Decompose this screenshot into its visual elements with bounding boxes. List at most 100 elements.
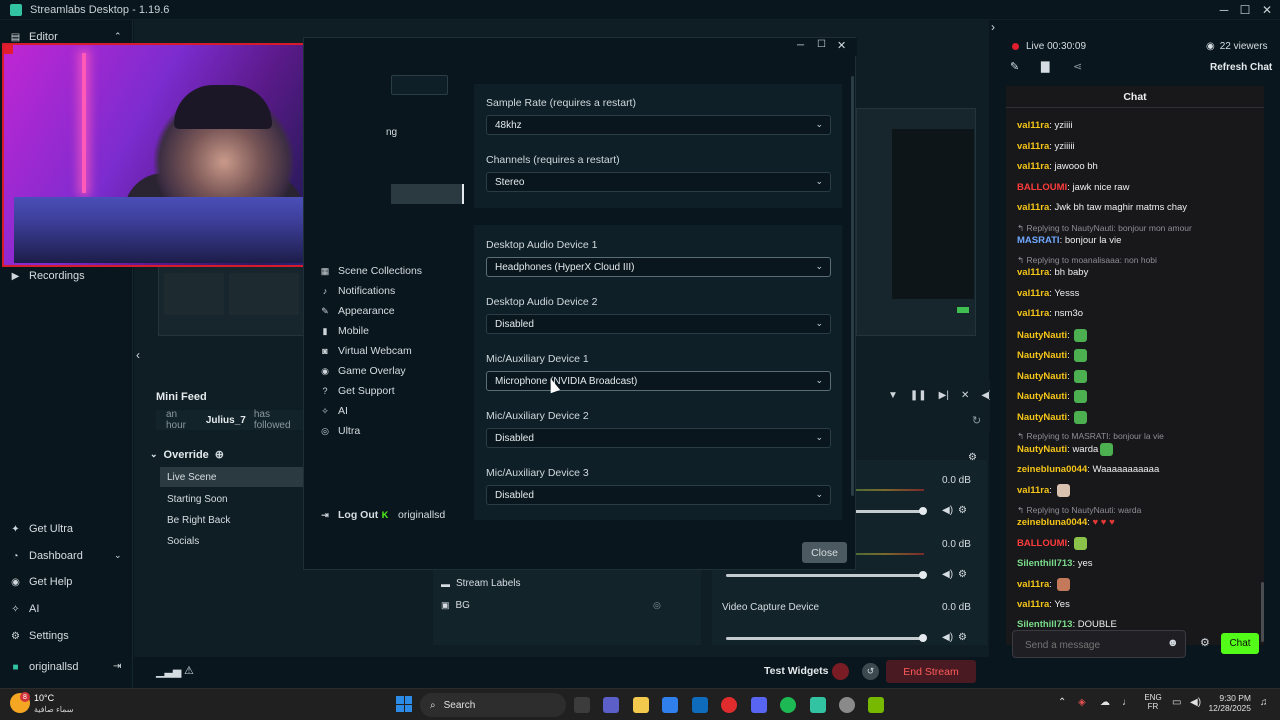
minimize-icon[interactable]: ─: [1214, 3, 1234, 17]
task-view-icon[interactable]: [574, 697, 590, 713]
skip-icon[interactable]: ▶|: [939, 390, 949, 401]
tray-app-icon[interactable]: ◈: [1078, 697, 1086, 708]
modal-scrollbar[interactable]: [851, 76, 854, 496]
refresh-icon[interactable]: ↻: [972, 414, 981, 427]
filter-icon[interactable]: ▼: [888, 390, 898, 401]
chat-username[interactable]: MASRATI: [1017, 235, 1060, 246]
nav-editor[interactable]: ▤ Editor: [10, 31, 58, 43]
nav-user[interactable]: ■ originallsd: [10, 661, 78, 673]
chat-username[interactable]: BALLOUMI: [1017, 538, 1067, 549]
scene-item[interactable]: Socials: [167, 536, 199, 547]
source-item[interactable]: ▬ Stream Labels: [441, 578, 520, 589]
test-widgets-button[interactable]: Test Widgets: [764, 665, 828, 677]
chat-username[interactable]: val11ra: [1017, 579, 1049, 590]
settings-taskbar-icon[interactable]: [839, 697, 855, 713]
refresh-chat-button[interactable]: Refresh Chat: [1210, 62, 1272, 73]
maximize-icon[interactable]: ☐: [817, 39, 826, 50]
channels-select[interactable]: Stereo ⌄: [486, 172, 831, 192]
chat-username[interactable]: val11ra: [1017, 202, 1049, 213]
desktop-audio-2-select[interactable]: Disabled ⌄: [486, 314, 831, 334]
chat-username[interactable]: zeinebluna0044: [1017, 464, 1087, 475]
taskbar-search[interactable]: ⌕ Search: [420, 693, 566, 717]
chevron-up-icon[interactable]: ⌃: [114, 31, 122, 42]
close-icon[interactable]: ✕: [837, 39, 846, 52]
chat-username[interactable]: NautyNauti: [1017, 330, 1067, 341]
scene-collection-selector[interactable]: ⌄ Override ⊕: [150, 448, 224, 462]
gear-icon[interactable]: ⚙: [958, 569, 967, 580]
record-icon[interactable]: [832, 663, 849, 680]
pause-icon[interactable]: ❚❚: [910, 390, 927, 401]
chat-input-box[interactable]: ☻: [1012, 630, 1186, 658]
chat-settings-gear-icon[interactable]: ⚙: [1200, 636, 1210, 649]
clock[interactable]: 9:30 PM 12/28/2025: [1207, 693, 1251, 713]
chevron-left-icon[interactable]: ‹: [136, 348, 140, 362]
nav-recordings[interactable]: ▶ Recordings: [10, 270, 85, 282]
chat-username[interactable]: val11ra: [1017, 141, 1049, 152]
nav-dashboard[interactable]: ◔ Dashboard: [10, 550, 82, 562]
desktop-audio-1-select[interactable]: Headphones (HyperX Cloud III) ⌄: [486, 257, 831, 277]
chat-username[interactable]: val11ra: [1017, 161, 1049, 172]
chat-username[interactable]: val11ra: [1017, 599, 1049, 610]
windows-start-icon[interactable]: [396, 696, 412, 712]
sidebar-item-get-support[interactable]: ? Get Support: [320, 385, 394, 397]
speaker-icon[interactable]: ◀): [942, 569, 953, 580]
nav-get-help[interactable]: ◉ Get Help: [10, 576, 72, 588]
nav-ai[interactable]: ✧ AI: [10, 603, 39, 615]
scene-item[interactable]: Live Scene: [160, 467, 303, 487]
chat-username[interactable]: val11ra: [1017, 267, 1049, 278]
spotify-icon[interactable]: [780, 697, 796, 713]
volume-icon[interactable]: ◀): [1190, 697, 1201, 708]
gear-icon[interactable]: ⚙: [958, 505, 967, 516]
sidebar-item-scene-collections[interactable]: ▦ Scene Collections: [320, 265, 422, 277]
log-out-button[interactable]: ⇥ Log Out: [320, 509, 378, 521]
language-indicator[interactable]: ENG FR: [1143, 693, 1163, 711]
nvidia-icon[interactable]: [868, 697, 884, 713]
edit-pencil-icon[interactable]: ✎: [1010, 60, 1019, 73]
sidebar-item-appearance[interactable]: ✎ Appearance: [320, 305, 394, 317]
chat-username[interactable]: Silenthill713: [1017, 619, 1072, 630]
streamlabs-taskbar-icon[interactable]: [810, 697, 826, 713]
opera-icon[interactable]: [721, 697, 737, 713]
logout-arrow-icon[interactable]: ⇥: [113, 661, 121, 672]
chat-username[interactable]: NautyNauti: [1017, 371, 1067, 382]
sample-rate-select[interactable]: 48khz ⌄: [486, 115, 831, 135]
gear-icon[interactable]: ⚙: [968, 452, 977, 463]
sidebar-item-audio-active[interactable]: [391, 184, 464, 204]
add-circle-icon[interactable]: ⊕: [215, 448, 224, 461]
store-icon[interactable]: [692, 697, 708, 713]
discord-icon[interactable]: [751, 697, 767, 713]
alert-icon[interactable]: ⚠: [184, 664, 194, 677]
slider-knob[interactable]: [919, 634, 927, 642]
replay-icon[interactable]: ↺: [862, 663, 879, 680]
chat-username[interactable]: val11ra: [1017, 308, 1049, 319]
chat-username[interactable]: zeinebluna0044: [1017, 517, 1087, 528]
microphone-icon[interactable]: ♩: [1122, 697, 1132, 708]
speaker-icon[interactable]: ◀): [942, 505, 953, 516]
tray-chevron-up-icon[interactable]: ⌃: [1058, 697, 1066, 708]
chat-input[interactable]: [1025, 637, 1155, 653]
chat-username[interactable]: NautyNauti: [1017, 350, 1067, 361]
network-icon[interactable]: ▭: [1172, 697, 1181, 708]
chat-username[interactable]: Silenthill713: [1017, 558, 1072, 569]
clipboard-icon[interactable]: ▇: [1041, 60, 1049, 73]
volume-slider[interactable]: [726, 637, 924, 640]
resize-handle[interactable]: [4, 45, 13, 54]
close-icon[interactable]: ✕: [1257, 3, 1277, 17]
maximize-icon[interactable]: ☐: [1235, 3, 1255, 17]
teams-icon[interactable]: [603, 697, 619, 713]
notification-bell-icon[interactable]: ♫: [1260, 697, 1268, 708]
end-stream-button[interactable]: End Stream: [886, 660, 976, 683]
share-icon[interactable]: ⋖: [1073, 60, 1082, 73]
hidden-eye-icon[interactable]: ◎: [653, 600, 661, 611]
slider-knob[interactable]: [919, 571, 927, 579]
mic-aux-3-select[interactable]: Disabled ⌄: [486, 485, 831, 505]
chevron-down-icon[interactable]: ⌄: [114, 550, 122, 561]
nav-get-ultra[interactable]: ✦ Get Ultra: [10, 523, 73, 535]
minimize-icon[interactable]: ─: [797, 40, 804, 51]
chat-username[interactable]: NautyNauti: [1017, 412, 1067, 423]
chat-username[interactable]: NautyNauti: [1017, 391, 1067, 402]
nav-settings[interactable]: ⚙ Settings: [10, 630, 69, 642]
chat-send-button[interactable]: Chat: [1221, 633, 1259, 654]
mute-alerts-icon[interactable]: ✕: [961, 390, 969, 401]
performance-icon[interactable]: ▁▃▅: [156, 665, 181, 678]
